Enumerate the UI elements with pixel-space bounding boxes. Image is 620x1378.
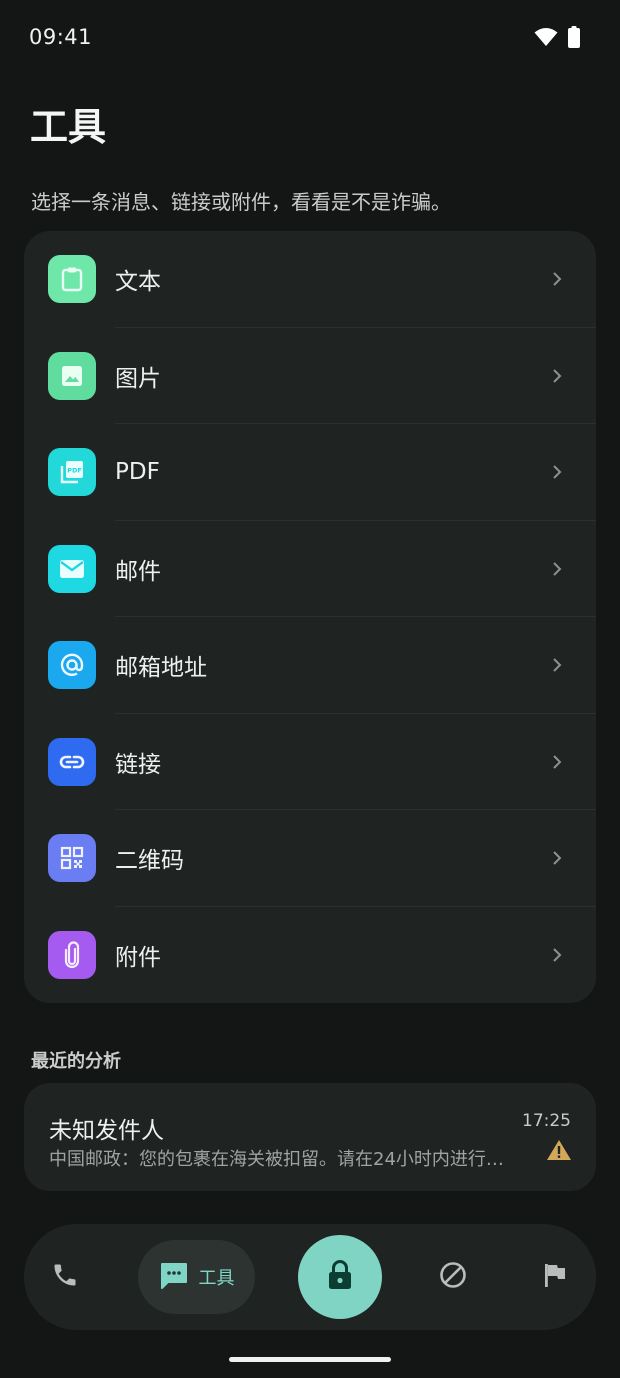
nav-tools[interactable]: 工具 xyxy=(138,1240,255,1314)
status-time: 09:41 xyxy=(29,25,93,49)
svg-text:PDF: PDF xyxy=(67,467,82,475)
mail-icon xyxy=(48,544,96,593)
status-icons xyxy=(534,26,580,52)
recent-heading: 最近的分析 xyxy=(31,1051,121,1072)
tool-label: 邮箱地址 xyxy=(115,655,207,682)
chevron-right-icon xyxy=(552,464,562,484)
nav-tools-label: 工具 xyxy=(198,1268,235,1289)
tool-label: 邮件 xyxy=(115,558,161,585)
bottom-nav: 工具 xyxy=(24,1224,596,1330)
battery-icon xyxy=(568,26,580,52)
tools-card: 文本 图片 PDF PDF 邮件 邮箱地址 链接 二维码 附件 xyxy=(24,231,596,1003)
tool-label: 二维码 xyxy=(115,848,184,875)
page-subtitle: 选择一条消息、链接或附件，看看是不是诈骗。 xyxy=(31,190,451,214)
tool-label: 文本 xyxy=(115,269,161,296)
nav-report[interactable] xyxy=(528,1224,582,1330)
tool-row-attachment[interactable]: 附件 xyxy=(24,907,596,1004)
link-icon xyxy=(48,737,96,786)
chevron-right-icon xyxy=(552,947,562,967)
block-icon xyxy=(438,1260,468,1294)
warning-icon xyxy=(546,1139,572,1165)
at-icon xyxy=(48,641,96,689)
tool-row-email-address[interactable]: 邮箱地址 xyxy=(24,617,596,714)
home-indicator[interactable] xyxy=(229,1357,391,1362)
tool-row-qr-code[interactable]: 二维码 xyxy=(24,810,596,907)
tool-row-pdf[interactable]: PDF PDF xyxy=(24,424,596,521)
page-title: 工具 xyxy=(30,105,107,149)
nav-block[interactable] xyxy=(426,1224,480,1330)
wifi-icon xyxy=(534,27,558,51)
recent-time: 17:25 xyxy=(522,1111,571,1131)
message-icon xyxy=(159,1261,189,1293)
nav-lock[interactable] xyxy=(298,1235,382,1319)
tool-label: 图片 xyxy=(115,365,161,392)
clipboard-icon xyxy=(48,255,96,303)
nav-phone[interactable] xyxy=(38,1224,92,1330)
status-bar: 09:41 xyxy=(0,0,620,76)
recent-preview: 中国邮政：您的包裹在海关被扣留。请在24小时内进行… xyxy=(49,1149,504,1170)
lock-icon xyxy=(326,1259,354,1295)
chevron-right-icon xyxy=(552,850,562,870)
recent-sender: 未知发件人 xyxy=(49,1118,164,1144)
pdf-icon: PDF xyxy=(48,448,96,496)
chevron-right-icon xyxy=(552,657,562,677)
tool-label: 链接 xyxy=(115,751,161,778)
paperclip-icon xyxy=(48,930,96,979)
chevron-right-icon xyxy=(552,368,562,388)
chevron-right-icon xyxy=(552,754,562,774)
image-icon xyxy=(48,351,96,400)
chevron-right-icon xyxy=(552,271,562,291)
recent-item[interactable]: 未知发件人 中国邮政：您的包裹在海关被扣留。请在24小时内进行… 17:25 xyxy=(24,1083,596,1191)
tool-row-text[interactable]: 文本 xyxy=(24,231,596,328)
chevron-right-icon xyxy=(552,561,562,581)
phone-icon xyxy=(51,1261,79,1293)
tool-row-link[interactable]: 链接 xyxy=(24,714,596,810)
tool-row-mail[interactable]: 邮件 xyxy=(24,521,596,617)
tool-row-image[interactable]: 图片 xyxy=(24,328,596,424)
tool-label: 附件 xyxy=(115,944,161,971)
flag-icon xyxy=(542,1261,568,1293)
qr-code-icon xyxy=(48,834,96,882)
tool-label: PDF xyxy=(115,459,160,486)
